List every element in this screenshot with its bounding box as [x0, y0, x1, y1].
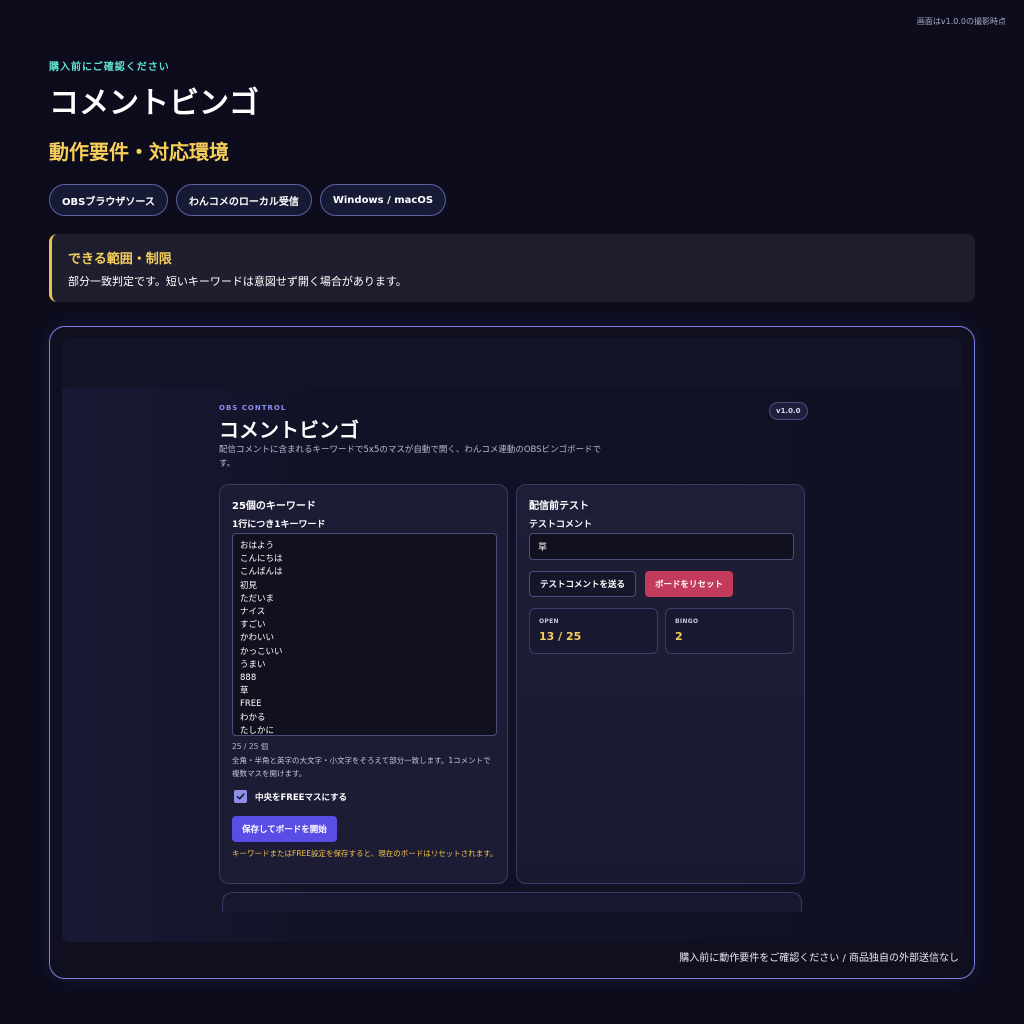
reset-board-button[interactable]: ボードをリセット [645, 571, 734, 597]
app-description: 配信コメントに含まれるキーワードで5x5のマスが自動で開く、わんコメ連動のOBS… [219, 445, 602, 469]
open-stat: OPEN 13 / 25 [529, 608, 658, 654]
free-cell-option[interactable]: 中央をFREEマスにする [234, 790, 347, 803]
frame-footer-note: 購入前に動作要件をご確認ください / 商品独自の外部送信なし [679, 953, 959, 964]
matching-hint: 全角・半角と英字の大文字・小文字をそろえて部分一致します。1コメントで複数マスを… [232, 756, 491, 778]
keyword-line: かっこいい [240, 646, 283, 657]
notice-title: できる範囲・制限 [68, 252, 172, 267]
checkmark-icon [236, 793, 245, 800]
keywords-card: 25個のキーワード 1行につき1キーワード おはよう こんにちは こんばんは 初… [219, 484, 508, 884]
chip-os-support: Windows / macOS [319, 184, 447, 216]
keywords-field-label: 1行につき1キーワード [232, 520, 326, 530]
open-stat-label: OPEN [539, 618, 559, 625]
keywords-textarea[interactable]: おはよう こんにちは こんばんは 初見 ただいま ナイス すごい かわいい かっ… [232, 533, 497, 736]
screenshot-frame: OBS CONTROL コメントビンゴ 配信コメントに含まれるキーワードで5x5… [49, 326, 975, 979]
app-title: コメントビンゴ [219, 418, 359, 442]
free-cell-label: 中央をFREEマスにする [255, 792, 348, 803]
keyword-line: こんにちは [240, 554, 283, 565]
keyword-line: 888 [240, 673, 257, 684]
pre-stream-test-card: 配信前テスト テストコメント 草 テストコメントを送る ボードをリセット OPE… [516, 484, 805, 884]
free-cell-checkbox[interactable] [234, 790, 247, 803]
send-test-comment-button[interactable]: テストコメントを送る [529, 571, 637, 597]
header-kicker: 購入前にご確認ください [49, 62, 170, 73]
test-card-heading: 配信前テスト [529, 501, 589, 512]
chip-wancome-local: わんコメのローカル受信 [175, 184, 312, 216]
keywords-card-heading: 25個のキーワード [232, 501, 316, 512]
page-subtitle: 動作要件・対応環境 [49, 140, 229, 164]
test-comment-input[interactable]: 草 [529, 533, 794, 560]
keyword-line: 初見 [240, 580, 258, 591]
bingo-stat-value: 2 [675, 630, 683, 643]
next-card-edge [222, 892, 802, 912]
keyword-count: 25 / 25 個 [232, 742, 269, 751]
keyword-line: すごい [240, 620, 266, 631]
keyword-line: ナイス [240, 607, 266, 618]
keyword-line: わかる [240, 712, 266, 723]
notice-body: 部分一致判定です。短いキーワードは意図せず開く場合があります。 [68, 275, 407, 288]
keyword-line: FREE [240, 699, 262, 710]
keyword-line: かわいい [240, 633, 275, 644]
limitations-notice: できる範囲・制限 部分一致判定です。短いキーワードは意図せず開く場合があります。 [49, 234, 975, 302]
app-content: OBS CONTROL コメントビンゴ 配信コメントに含まれるキーワードで5x5… [62, 388, 963, 942]
keyword-line: ただいま [240, 593, 275, 604]
test-comment-label: テストコメント [529, 520, 593, 530]
requirement-chips: OBSブラウザソース わんコメのローカル受信 Windows / macOS [49, 184, 447, 216]
page-title: コメントビンゴ [49, 86, 259, 121]
chip-obs-browser-source: OBSブラウザソース [49, 184, 168, 216]
save-and-start-button[interactable]: 保存してボードを開始 [232, 816, 337, 842]
keyword-line: たしかに [240, 725, 275, 736]
app-kicker: OBS CONTROL [219, 404, 287, 412]
capture-version-note: 画面はv1.0.0の撮影時点 [916, 17, 1006, 26]
bingo-stat-label: BINGO [675, 618, 699, 625]
keyword-line: おはよう [240, 541, 275, 551]
version-badge: v1.0.0 [769, 402, 808, 420]
keyword-line: 草 [240, 686, 249, 697]
open-stat-value: 13 / 25 [539, 630, 582, 643]
keyword-line: こんばんは [240, 567, 283, 578]
bingo-stat: BINGO 2 [665, 608, 794, 654]
keyword-line: うまい [240, 659, 266, 670]
reset-warning: キーワードまたはFREE設定を保存すると、現在のボードはリセットされます。 [232, 849, 498, 858]
app-screenshot: OBS CONTROL コメントビンゴ 配信コメントに含まれるキーワードで5x5… [62, 338, 963, 942]
